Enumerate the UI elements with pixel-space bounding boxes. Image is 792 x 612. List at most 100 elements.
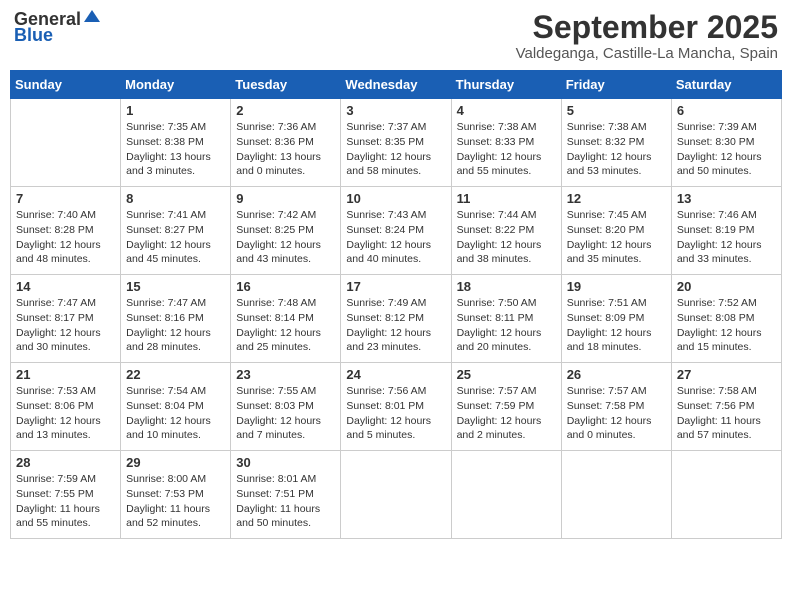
day-number: 13 — [677, 191, 776, 206]
day-number: 27 — [677, 367, 776, 382]
day-info: Sunrise: 7:54 AMSunset: 8:04 PMDaylight:… — [126, 384, 225, 443]
day-number: 30 — [236, 455, 335, 470]
calendar-day-cell: 22 Sunrise: 7:54 AMSunset: 8:04 PMDayligh… — [121, 363, 231, 451]
day-number: 4 — [457, 103, 556, 118]
day-of-week-header: Sunday — [11, 71, 121, 99]
calendar-day-cell: 3 Sunrise: 7:37 AMSunset: 8:35 PMDaylight… — [341, 99, 451, 187]
calendar-day-cell: 19 Sunrise: 7:51 AMSunset: 8:09 PMDayligh… — [561, 275, 671, 363]
day-info: Sunrise: 7:37 AMSunset: 8:35 PMDaylight:… — [346, 120, 445, 179]
day-info: Sunrise: 7:52 AMSunset: 8:08 PMDaylight:… — [677, 296, 776, 355]
day-info: Sunrise: 7:59 AMSunset: 7:55 PMDaylight:… — [16, 472, 115, 531]
day-info: Sunrise: 7:48 AMSunset: 8:14 PMDaylight:… — [236, 296, 335, 355]
calendar-day-cell: 24 Sunrise: 7:56 AMSunset: 8:01 PMDayligh… — [341, 363, 451, 451]
calendar-day-cell: 18 Sunrise: 7:50 AMSunset: 8:11 PMDayligh… — [451, 275, 561, 363]
day-number: 21 — [16, 367, 115, 382]
day-info: Sunrise: 7:46 AMSunset: 8:19 PMDaylight:… — [677, 208, 776, 267]
day-number: 29 — [126, 455, 225, 470]
calendar-day-cell — [451, 451, 561, 539]
day-info: Sunrise: 7:57 AMSunset: 7:59 PMDaylight:… — [457, 384, 556, 443]
logo-blue-text: Blue — [14, 26, 53, 44]
day-of-week-header: Wednesday — [341, 71, 451, 99]
day-number: 3 — [346, 103, 445, 118]
calendar-day-cell: 12Sunrise: 7:45 AMSunset: 8:20 PMDayligh… — [561, 187, 671, 275]
day-number: 11 — [457, 191, 556, 206]
day-number: 22 — [126, 367, 225, 382]
logo-icon — [82, 8, 102, 28]
calendar-day-cell: 10Sunrise: 7:43 AMSunset: 8:24 PMDayligh… — [341, 187, 451, 275]
day-info: Sunrise: 7:35 AMSunset: 8:38 PMDaylight:… — [126, 120, 225, 179]
calendar-day-cell: 5 Sunrise: 7:38 AMSunset: 8:32 PMDaylight… — [561, 99, 671, 187]
day-number: 26 — [567, 367, 666, 382]
day-info: Sunrise: 7:56 AMSunset: 8:01 PMDaylight:… — [346, 384, 445, 443]
days-header-row: SundayMondayTuesdayWednesdayThursdayFrid… — [11, 71, 782, 99]
day-number: 24 — [346, 367, 445, 382]
logo: General Blue — [14, 10, 102, 44]
day-number: 23 — [236, 367, 335, 382]
calendar-day-cell: 27 Sunrise: 7:58 AMSunset: 7:56 PMDayligh… — [671, 363, 781, 451]
day-info: Sunrise: 7:38 AMSunset: 8:33 PMDaylight:… — [457, 120, 556, 179]
calendar-day-cell: 14 Sunrise: 7:47 AMSunset: 8:17 PMDayligh… — [11, 275, 121, 363]
calendar-day-cell — [341, 451, 451, 539]
month-title: September 2025 — [516, 10, 778, 45]
day-number: 16 — [236, 279, 335, 294]
calendar-day-cell — [561, 451, 671, 539]
day-info: Sunrise: 7:41 AMSunset: 8:27 PMDaylight:… — [126, 208, 225, 267]
day-info: Sunrise: 7:47 AMSunset: 8:16 PMDaylight:… — [126, 296, 225, 355]
day-info: Sunrise: 7:50 AMSunset: 8:11 PMDaylight:… — [457, 296, 556, 355]
calendar-day-cell: 23 Sunrise: 7:55 AMSunset: 8:03 PMDayligh… — [231, 363, 341, 451]
calendar-day-cell: 28 Sunrise: 7:59 AMSunset: 7:55 PMDayligh… — [11, 451, 121, 539]
day-of-week-header: Tuesday — [231, 71, 341, 99]
day-number: 20 — [677, 279, 776, 294]
calendar-day-cell: 15Sunrise: 7:47 AMSunset: 8:16 PMDayligh… — [121, 275, 231, 363]
calendar-day-cell: 17 Sunrise: 7:49 AMSunset: 8:12 PMDayligh… — [341, 275, 451, 363]
calendar-day-cell: 25 Sunrise: 7:57 AMSunset: 7:59 PMDayligh… — [451, 363, 561, 451]
day-number: 9 — [236, 191, 335, 206]
calendar-day-cell: 2Sunrise: 7:36 AMSunset: 8:36 PMDaylight… — [231, 99, 341, 187]
day-of-week-header: Monday — [121, 71, 231, 99]
day-info: Sunrise: 7:47 AMSunset: 8:17 PMDaylight:… — [16, 296, 115, 355]
day-number: 17 — [346, 279, 445, 294]
day-number: 5 — [567, 103, 666, 118]
calendar-week-row: 1 Sunrise: 7:35 AMSunset: 8:38 PMDaylight… — [11, 99, 782, 187]
day-info: Sunrise: 7:51 AMSunset: 8:09 PMDaylight:… — [567, 296, 666, 355]
calendar-day-cell: 26 Sunrise: 7:57 AMSunset: 7:58 PMDayligh… — [561, 363, 671, 451]
calendar-week-row: 7Sunrise: 7:40 AMSunset: 8:28 PMDaylight… — [11, 187, 782, 275]
day-number: 1 — [126, 103, 225, 118]
page-header: General Blue September 2025 Valdeganga, … — [10, 10, 782, 62]
day-info: Sunrise: 7:42 AMSunset: 8:25 PMDaylight:… — [236, 208, 335, 267]
day-info: Sunrise: 7:58 AMSunset: 7:56 PMDaylight:… — [677, 384, 776, 443]
calendar-day-cell: 29Sunrise: 8:00 AMSunset: 7:53 PMDayligh… — [121, 451, 231, 539]
day-number: 18 — [457, 279, 556, 294]
calendar-day-cell: 16 Sunrise: 7:48 AMSunset: 8:14 PMDayligh… — [231, 275, 341, 363]
calendar-day-cell: 21 Sunrise: 7:53 AMSunset: 8:06 PMDayligh… — [11, 363, 121, 451]
day-info: Sunrise: 7:57 AMSunset: 7:58 PMDaylight:… — [567, 384, 666, 443]
day-number: 28 — [16, 455, 115, 470]
day-info: Sunrise: 8:01 AMSunset: 7:51 PMDaylight:… — [236, 472, 335, 531]
calendar-table: SundayMondayTuesdayWednesdayThursdayFrid… — [10, 70, 782, 539]
day-number: 2 — [236, 103, 335, 118]
day-info: Sunrise: 7:55 AMSunset: 8:03 PMDaylight:… — [236, 384, 335, 443]
day-of-week-header: Friday — [561, 71, 671, 99]
calendar-week-row: 28 Sunrise: 7:59 AMSunset: 7:55 PMDayligh… — [11, 451, 782, 539]
title-section: September 2025 Valdeganga, Castille-La M… — [516, 10, 778, 62]
day-info: Sunrise: 7:53 AMSunset: 8:06 PMDaylight:… — [16, 384, 115, 443]
calendar-day-cell: 30 Sunrise: 8:01 AMSunset: 7:51 PMDayligh… — [231, 451, 341, 539]
calendar-day-cell: 13 Sunrise: 7:46 AMSunset: 8:19 PMDayligh… — [671, 187, 781, 275]
calendar-day-cell: 7Sunrise: 7:40 AMSunset: 8:28 PMDaylight… — [11, 187, 121, 275]
day-number: 14 — [16, 279, 115, 294]
calendar-day-cell: 20 Sunrise: 7:52 AMSunset: 8:08 PMDayligh… — [671, 275, 781, 363]
day-number: 25 — [457, 367, 556, 382]
calendar-week-row: 21 Sunrise: 7:53 AMSunset: 8:06 PMDayligh… — [11, 363, 782, 451]
day-info: Sunrise: 7:39 AMSunset: 8:30 PMDaylight:… — [677, 120, 776, 179]
day-number: 8 — [126, 191, 225, 206]
calendar-day-cell: 4 Sunrise: 7:38 AMSunset: 8:33 PMDaylight… — [451, 99, 561, 187]
day-info: Sunrise: 7:44 AMSunset: 8:22 PMDaylight:… — [457, 208, 556, 267]
day-number: 12 — [567, 191, 666, 206]
location-title: Valdeganga, Castille-La Mancha, Spain — [516, 45, 778, 62]
calendar-day-cell: 6Sunrise: 7:39 AMSunset: 8:30 PMDaylight… — [671, 99, 781, 187]
day-of-week-header: Saturday — [671, 71, 781, 99]
day-info: Sunrise: 7:38 AMSunset: 8:32 PMDaylight:… — [567, 120, 666, 179]
day-number: 19 — [567, 279, 666, 294]
calendar-day-cell: 8 Sunrise: 7:41 AMSunset: 8:27 PMDaylight… — [121, 187, 231, 275]
day-info: Sunrise: 7:49 AMSunset: 8:12 PMDaylight:… — [346, 296, 445, 355]
